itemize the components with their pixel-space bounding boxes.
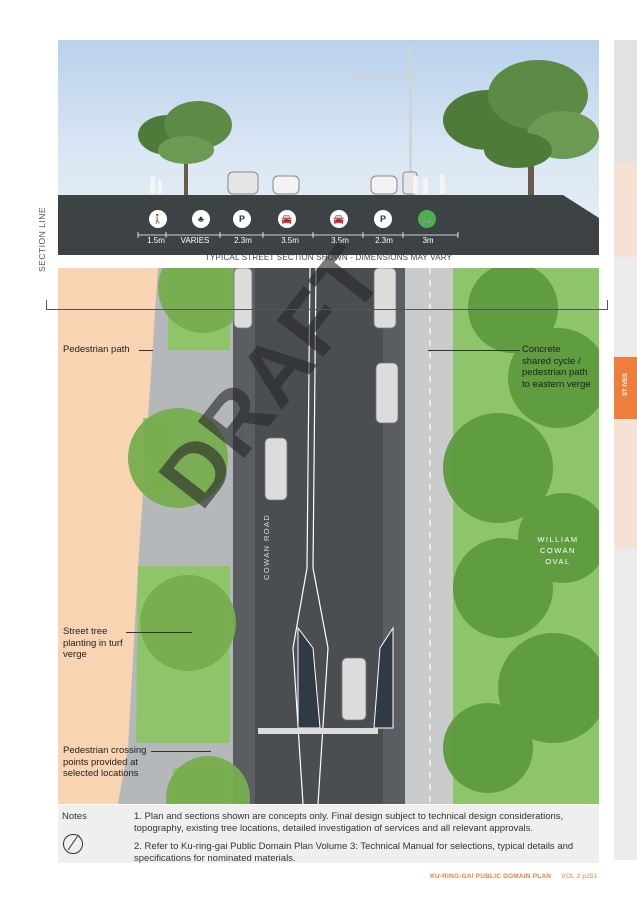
section-line: [46, 309, 608, 310]
leader-line: [126, 632, 192, 633]
footer-page-number: VOL 2 p251: [561, 873, 598, 880]
svg-text:N: N: [77, 833, 80, 838]
notes-panel: Notes N 1. Plan and sections shown are c…: [58, 805, 599, 864]
leader-line: [428, 350, 520, 351]
dimension-label: VARIES: [180, 236, 210, 245]
dimension-label: 2.3m: [375, 236, 393, 245]
notes-title: Notes: [62, 811, 87, 822]
label-pedestrian-crossing: Pedestrian crossing points provided at s…: [63, 745, 147, 779]
section-light-pole: [348, 45, 412, 197]
leader-line: [151, 751, 211, 752]
side-tab-st-ives[interactable]: ST IVES: [614, 357, 637, 419]
label-street-tree: Street tree planting in turf verge: [63, 626, 123, 660]
section-icon-row: 🚶 ♣ P 🚘 🚘 P 🚲: [58, 210, 599, 232]
page-footer: KU-RING-GAI PUBLIC DOMAIN PLAN VOL 2 p251: [430, 873, 598, 880]
oval-name-label: WILLIAM COWAN OVAL: [537, 535, 579, 566]
car-icon: 🚘: [330, 210, 348, 228]
road-name-label: COWAN ROAD: [262, 513, 271, 580]
side-index-strip: [614, 40, 637, 860]
section-cars: [227, 171, 418, 195]
cycle-pedestrian-icon: 🚲: [418, 210, 436, 228]
pedestrian-icon: 🚶: [149, 210, 167, 228]
car-icon: 🚘: [278, 210, 296, 228]
label-concrete-path: Concrete shared cycle / pedestrian path …: [522, 344, 591, 390]
dimension-label: 1.5m: [147, 236, 165, 245]
section-line-tick: [46, 300, 47, 310]
north-arrow-icon: N: [63, 833, 83, 854]
footer-title: KU-RING-GAI PUBLIC DOMAIN PLAN: [430, 873, 552, 880]
dimension-label: 2.3m: [234, 236, 252, 245]
section-tree-right: [443, 60, 599, 200]
plan-shared-path: [405, 268, 453, 804]
section-line-label: SECTION LINE: [37, 206, 47, 272]
leader-line: [139, 350, 153, 351]
label-pedestrian-path: Pedestrian path: [63, 344, 130, 355]
note-item: 1. Plan and sections shown are concepts …: [134, 811, 564, 834]
dimension-label: 3m: [422, 236, 434, 245]
street-section-illustration: 🚶 ♣ P 🚘 🚘 P 🚲 1.5m VARIES 2.3m 3.5m 3.5m…: [58, 40, 599, 255]
note-item: 2. Refer to Ku-ring-gai Public Domain Pl…: [134, 841, 574, 864]
tree-icon: ♣: [192, 210, 210, 228]
parking-icon: P: [374, 210, 392, 228]
parking-icon: P: [233, 210, 251, 228]
section-line-tick: [607, 300, 608, 310]
dimension-label: 3.5m: [281, 236, 299, 245]
side-tab-label: ST IVES: [623, 372, 629, 396]
